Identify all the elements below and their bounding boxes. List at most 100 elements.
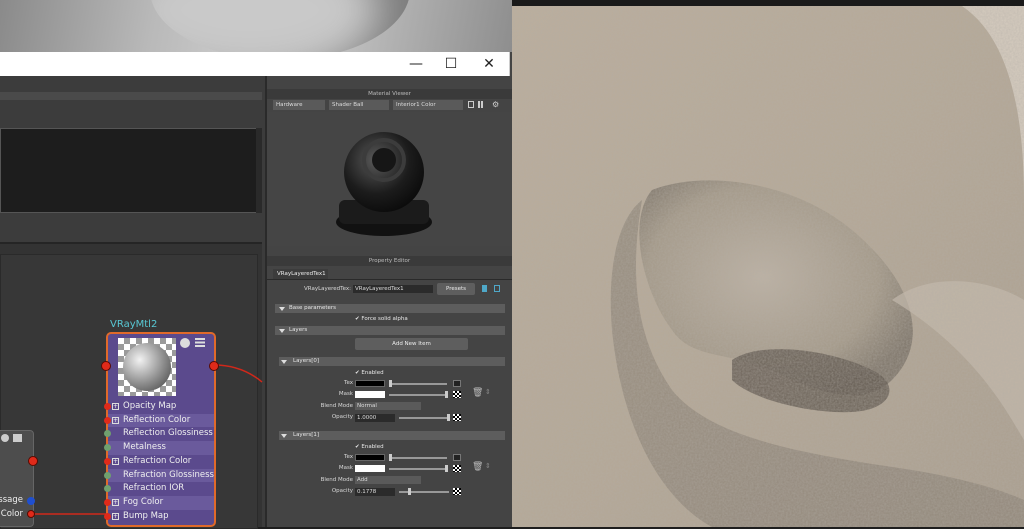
node-attribute-row[interactable]: Reflection Glossiness <box>104 427 214 441</box>
render-view <box>512 0 1024 527</box>
checker-icon[interactable] <box>453 391 461 398</box>
checker-icon[interactable] <box>453 414 461 421</box>
layer1-section[interactable]: Layers[1] <box>279 431 505 440</box>
expand-icon[interactable]: + <box>112 416 119 424</box>
texture-map-icon[interactable] <box>453 454 461 461</box>
collapse-icon[interactable] <box>279 307 285 311</box>
maximize-button[interactable]: ☐ <box>433 54 469 74</box>
renderer-select[interactable]: Hardware <box>273 100 325 110</box>
checker-icon[interactable] <box>453 465 461 472</box>
layer0-mask-slider[interactable] <box>389 394 447 396</box>
slider-knob[interactable] <box>445 391 448 398</box>
swatch-icon[interactable] <box>180 338 190 348</box>
layer0-enabled-checkbox[interactable]: ✔ Enabled <box>355 369 384 378</box>
collapse-icon[interactable] <box>281 360 287 364</box>
pause-icon[interactable] <box>478 101 483 108</box>
node-attribute-row[interactable]: + Fog Color <box>104 495 214 510</box>
force-solid-alpha-checkbox[interactable]: ✔ Force solid alpha <box>355 315 408 324</box>
vraymtl-node[interactable]: + Opacity Map + Reflection Color Reflection … <box>101 332 219 527</box>
tex-label: Tex <box>344 454 353 460</box>
attribute-port[interactable] <box>104 444 111 452</box>
attribute-port[interactable] <box>104 471 111 479</box>
environment-select[interactable]: Interior1 Color <box>393 100 463 110</box>
node-attribute-row[interactable]: + Opacity Map <box>104 400 214 414</box>
slider-knob[interactable] <box>389 380 392 387</box>
collapse-icon[interactable] <box>281 434 287 438</box>
slider-knob[interactable] <box>447 414 450 421</box>
reorder-icon[interactable]: ⇕ <box>485 462 491 470</box>
layer0-tex-slider[interactable] <box>389 383 447 385</box>
close-button[interactable]: ✕ <box>471 54 507 74</box>
attribute-label: Fog Color <box>123 496 164 507</box>
layer1-opacity-slider[interactable] <box>399 491 449 493</box>
attribute-port[interactable] <box>104 498 111 506</box>
copy-icon[interactable] <box>494 285 500 292</box>
property-editor-title: Property Editor <box>267 256 512 266</box>
slider-knob[interactable] <box>407 488 411 495</box>
layer1-opacity-field[interactable]: 0.1778 <box>355 488 395 496</box>
slider-knob[interactable] <box>445 465 448 472</box>
material-swatch <box>118 338 176 396</box>
layer0-section[interactable]: Layers[0] <box>279 357 505 366</box>
minimize-button[interactable]: — <box>398 54 434 74</box>
render-icon[interactable] <box>468 101 474 108</box>
node-attribute-row[interactable]: Refraction IOR <box>104 482 214 496</box>
node-attribute-row[interactable]: + Reflection Color <box>104 413 214 428</box>
shader-ball-icon <box>336 132 432 236</box>
attribute-port[interactable] <box>104 512 111 520</box>
name-field[interactable]: VRayLayeredTex1 <box>353 285 433 293</box>
node-attribute-row[interactable]: + Bump Map <box>104 510 214 524</box>
checker-icon[interactable] <box>453 488 461 495</box>
layer0-blend-mode-select[interactable]: Normal <box>355 402 421 410</box>
layer1-tex-swatch[interactable] <box>355 454 385 461</box>
trash-icon[interactable]: 🗑 <box>472 388 483 398</box>
output-port[interactable] <box>209 361 219 371</box>
tab-vraylayeredtex[interactable]: VRayLayeredTex1 <box>273 269 328 279</box>
node-menu-icon[interactable] <box>13 434 22 442</box>
layer0-mask-swatch[interactable] <box>355 391 385 398</box>
mask-label: Mask <box>338 465 353 471</box>
layer1-tex-slider[interactable] <box>389 457 447 459</box>
node-attribute-row[interactable]: + Refraction Color <box>104 455 214 469</box>
layer1-mask-slider[interactable] <box>389 468 447 470</box>
slider-knob[interactable] <box>389 454 392 461</box>
layer0-opacity-field[interactable]: 1.0000 <box>355 414 395 422</box>
gear-icon[interactable]: ⚙ <box>492 100 499 109</box>
output-port[interactable] <box>28 456 38 466</box>
expand-icon[interactable]: + <box>112 512 119 520</box>
attribute-port[interactable] <box>104 403 111 410</box>
presets-button[interactable]: Presets <box>437 283 475 295</box>
attribute-port[interactable] <box>104 485 111 493</box>
layer1-blend-mode-select[interactable]: Add <box>355 476 421 484</box>
input-port[interactable] <box>101 361 111 371</box>
notes-icon[interactable] <box>482 285 487 292</box>
material-viewer-title: Material Viewer <box>267 89 512 99</box>
shape-select[interactable]: Shader Ball <box>329 100 389 110</box>
node-swatch-icon[interactable] <box>1 434 9 442</box>
layer1-mask-swatch[interactable] <box>355 465 385 472</box>
layer1-enabled-checkbox[interactable]: ✔ Enabled <box>355 443 384 452</box>
expand-icon[interactable]: + <box>112 403 119 410</box>
reorder-icon[interactable]: ⇕ <box>485 388 491 396</box>
collapse-icon[interactable] <box>279 329 285 333</box>
node-attribute-row[interactable]: Refraction Glossiness <box>104 468 214 483</box>
attribute-port[interactable] <box>104 430 111 438</box>
color-port[interactable] <box>27 510 35 518</box>
attribute-port[interactable] <box>104 416 111 424</box>
expand-icon[interactable]: + <box>112 498 119 506</box>
base-parameters-section[interactable]: Base parameters <box>275 304 505 313</box>
blue-port[interactable] <box>27 497 35 505</box>
layers-section[interactable]: Layers <box>275 326 505 335</box>
layer0-tex-swatch[interactable] <box>355 380 385 387</box>
attribute-port[interactable] <box>104 457 111 465</box>
node-menu-icon[interactable] <box>195 338 205 347</box>
enabled-label: Enabled <box>361 444 384 450</box>
source-node[interactable]: ssage Color <box>0 430 38 527</box>
texture-map-icon[interactable] <box>453 380 461 387</box>
expand-icon[interactable]: + <box>112 457 119 465</box>
add-new-item-button[interactable]: Add New Item <box>355 338 468 350</box>
layer0-opacity-slider[interactable] <box>399 417 449 419</box>
trash-icon[interactable]: 🗑 <box>472 462 483 472</box>
attribute-label: Refraction IOR <box>123 483 185 494</box>
node-attribute-row[interactable]: Metalness <box>104 441 214 455</box>
